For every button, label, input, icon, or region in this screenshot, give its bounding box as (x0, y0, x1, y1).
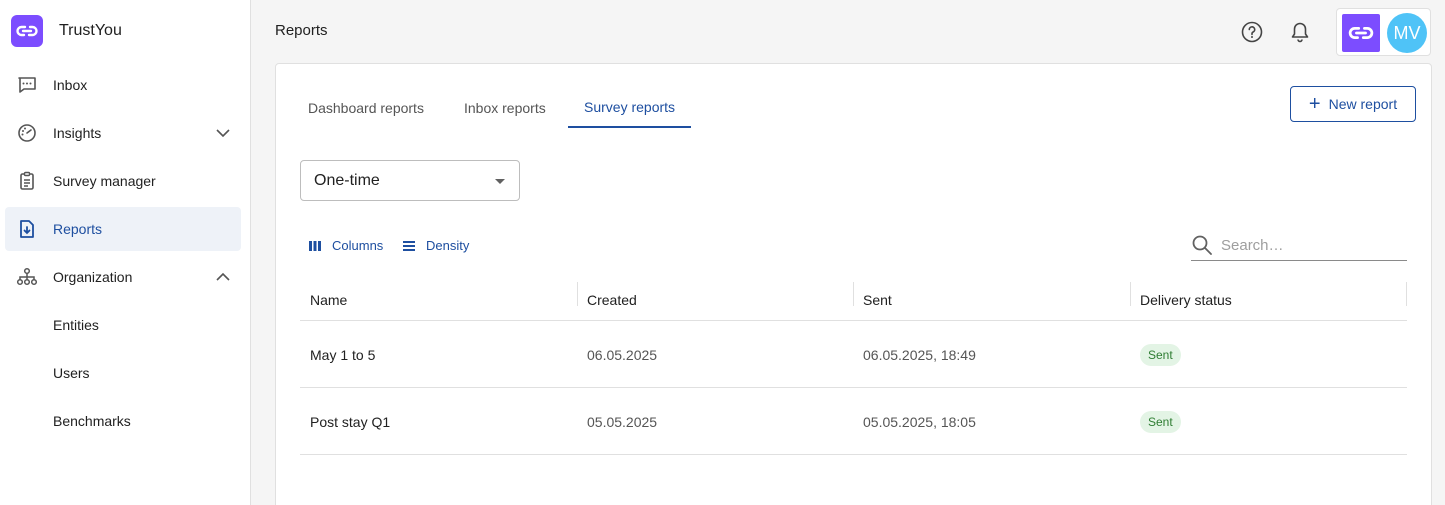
sidebar-item-label: Survey manager (53, 173, 156, 189)
sidebar-item-organization[interactable]: Organization (5, 255, 241, 299)
columns-button[interactable]: Columns (308, 238, 383, 253)
sidebar-item-inbox[interactable]: Inbox (5, 63, 241, 107)
density-label: Density (426, 238, 470, 253)
frequency-select-value: One-time (314, 171, 380, 189)
cell-sent: 05.05.2025, 18:05 (863, 413, 976, 430)
cell-name: Post stay Q1 (310, 413, 391, 430)
frequency-select[interactable]: One-time (300, 160, 520, 201)
cell-created: 06.05.2025 (587, 346, 658, 363)
column-separator[interactable] (577, 282, 578, 306)
sidebar-item-label: Reports (53, 221, 103, 237)
new-report-label: New report (1328, 96, 1398, 112)
column-separator[interactable] (853, 282, 854, 306)
search-icon (1192, 235, 1212, 255)
columns-label: Columns (332, 238, 384, 253)
new-report-button[interactable]: + New report (1290, 86, 1416, 122)
link-icon (11, 15, 43, 47)
avatar[interactable]: MV (1387, 13, 1427, 53)
cell-sent: 06.05.2025, 18:49 (863, 346, 976, 363)
sidebar-item-benchmarks[interactable]: Benchmarks (5, 399, 241, 443)
sidebar-item-insights[interactable]: Insights (5, 111, 241, 155)
sidebar-item-survey-manager[interactable]: Survey manager (5, 159, 241, 203)
sidebar: TrustYou Inbox Insights Survey manager R… (0, 0, 251, 505)
sidebar-item-label: Inbox (53, 77, 88, 93)
link-icon (1342, 14, 1380, 52)
search-field[interactable] (1191, 230, 1407, 261)
report-download-icon (16, 218, 38, 240)
sidebar-item-label: Entities (53, 317, 99, 333)
reports-table: Name Created Sent Delivery status May 1 … (300, 278, 1407, 455)
table-row[interactable]: May 1 to 5 06.05.2025 06.05.2025, 18:49 … (300, 321, 1407, 388)
cell-delivery-status: Sent (1140, 321, 1181, 388)
plus-icon: + (1308, 93, 1321, 115)
column-header-sent[interactable]: Sent (863, 278, 892, 321)
density-button[interactable]: Density (402, 238, 469, 253)
column-header-delivery-status[interactable]: Delivery status (1140, 278, 1232, 321)
brand[interactable]: TrustYou (11, 15, 122, 47)
column-header-created[interactable]: Created (587, 278, 637, 321)
account-menu[interactable]: MV (1336, 8, 1431, 56)
sidebar-item-label: Benchmarks (53, 413, 131, 429)
search-input[interactable] (1221, 236, 1391, 254)
table-row[interactable]: Post stay Q1 05.05.2025 05.05.2025, 18:0… (300, 388, 1407, 455)
brand-name: TrustYou (59, 22, 122, 39)
chevron-up-icon[interactable] (215, 269, 231, 285)
status-badge: Sent (1140, 343, 1181, 366)
org-chart-icon (16, 266, 38, 288)
help-icon[interactable] (1240, 20, 1264, 44)
caret-down-icon (495, 179, 505, 184)
chevron-down-icon[interactable] (215, 125, 231, 141)
sidebar-item-label: Organization (53, 269, 133, 285)
columns-icon (309, 240, 321, 251)
sidebar-item-label: Users (53, 365, 90, 381)
sidebar-item-reports[interactable]: Reports (5, 207, 241, 251)
bell-icon[interactable] (1288, 20, 1312, 44)
table-header: Name Created Sent Delivery status (300, 278, 1407, 321)
reports-card: Dashboard reports Inbox reports Survey r… (275, 63, 1432, 505)
tab-inbox-reports[interactable]: Inbox reports (448, 88, 562, 128)
sidebar-item-label: Insights (53, 125, 102, 141)
column-separator[interactable] (1406, 282, 1407, 306)
column-header-name[interactable]: Name (310, 278, 347, 321)
status-badge: Sent (1140, 410, 1181, 433)
cell-name: May 1 to 5 (310, 346, 376, 363)
tab-dashboard-reports[interactable]: Dashboard reports (292, 88, 440, 128)
density-icon (403, 240, 415, 251)
tab-survey-reports[interactable]: Survey reports (568, 88, 692, 128)
chat-icon (16, 74, 38, 96)
cell-delivery-status: Sent (1140, 388, 1181, 455)
sidebar-item-entities[interactable]: Entities (5, 303, 241, 347)
cell-created: 05.05.2025 (587, 413, 658, 430)
page-title: Reports (275, 22, 328, 39)
column-separator[interactable] (1130, 282, 1131, 306)
sidebar-item-users[interactable]: Users (5, 351, 241, 395)
gauge-icon (16, 122, 38, 144)
clipboard-icon (16, 170, 38, 192)
